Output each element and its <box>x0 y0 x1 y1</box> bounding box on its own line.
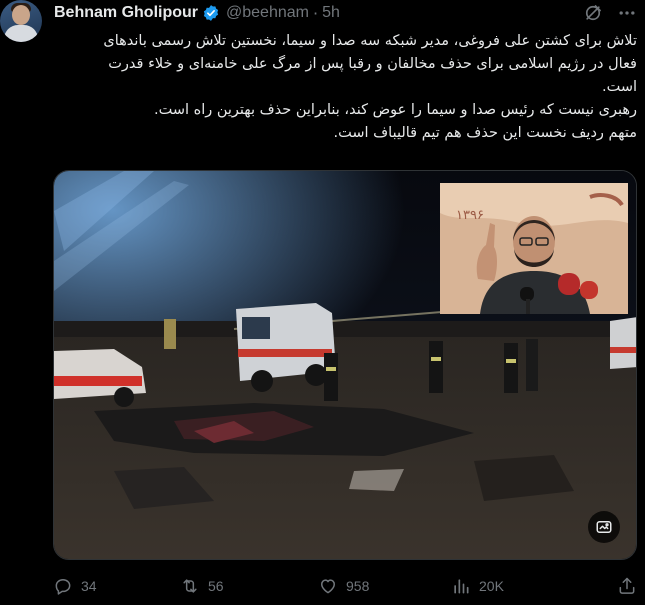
repost-button[interactable]: 56 <box>180 576 224 596</box>
grok-icon[interactable] <box>583 3 603 23</box>
like-icon <box>321 579 335 594</box>
inset-year: ۱۳۹۶ <box>456 208 484 223</box>
tweet-text-line: متهم ردیف نخست این حذف هم تیم قالیباف اس… <box>333 125 637 141</box>
view-count: 20K <box>479 578 504 594</box>
tweet-actions: 34 56 958 20K <box>53 574 637 598</box>
author-name[interactable]: Behnam Gholipour <box>54 4 198 22</box>
like-count: 958 <box>346 578 370 594</box>
tweet-text-line: رهبری نیست که رئیس صدا و سیما را عوض کند… <box>153 102 637 118</box>
author-handle[interactable]: @beehnam <box>226 4 309 22</box>
post-time[interactable]: 5h <box>322 4 340 22</box>
inset-portrait: ۱۳۹۶ <box>440 183 628 314</box>
portrait-illustration: ۱۳۹۶ <box>440 183 628 314</box>
tweet-media-photo[interactable]: ۱۳۹۶ <box>53 170 637 560</box>
reply-icon <box>55 579 71 595</box>
more-icon[interactable] <box>617 3 637 23</box>
views-icon <box>454 579 469 594</box>
header-separator: · <box>312 3 319 23</box>
like-button[interactable]: 958 <box>318 576 369 596</box>
tweet-text: تلاش برای کشتن علی فروغی، مدیر شبکه سه ص… <box>47 30 637 145</box>
header-actions <box>583 3 637 23</box>
tweet-text-line: تلاش برای کشتن علی فروغی، مدیر شبکه سه ص… <box>103 33 637 49</box>
alt-text-icon <box>596 521 612 533</box>
author-avatar[interactable] <box>0 0 42 42</box>
share-button[interactable] <box>617 576 637 596</box>
repost-icon <box>183 579 197 593</box>
reply-button[interactable]: 34 <box>53 576 97 596</box>
tweet-header: Behnam Gholipour @beehnam · 5h <box>54 2 637 24</box>
views-button[interactable]: 20K <box>451 576 504 596</box>
repost-count: 56 <box>208 578 224 594</box>
verified-badge-icon <box>203 5 219 21</box>
tweet-text-line: فعال در رژیم اسلامی برای حذف مخالفان و ر… <box>108 56 637 72</box>
share-icon <box>619 577 635 594</box>
alt-text-button[interactable] <box>588 511 620 543</box>
reply-count: 34 <box>81 578 97 594</box>
tweet-text-line: است. <box>601 79 637 95</box>
